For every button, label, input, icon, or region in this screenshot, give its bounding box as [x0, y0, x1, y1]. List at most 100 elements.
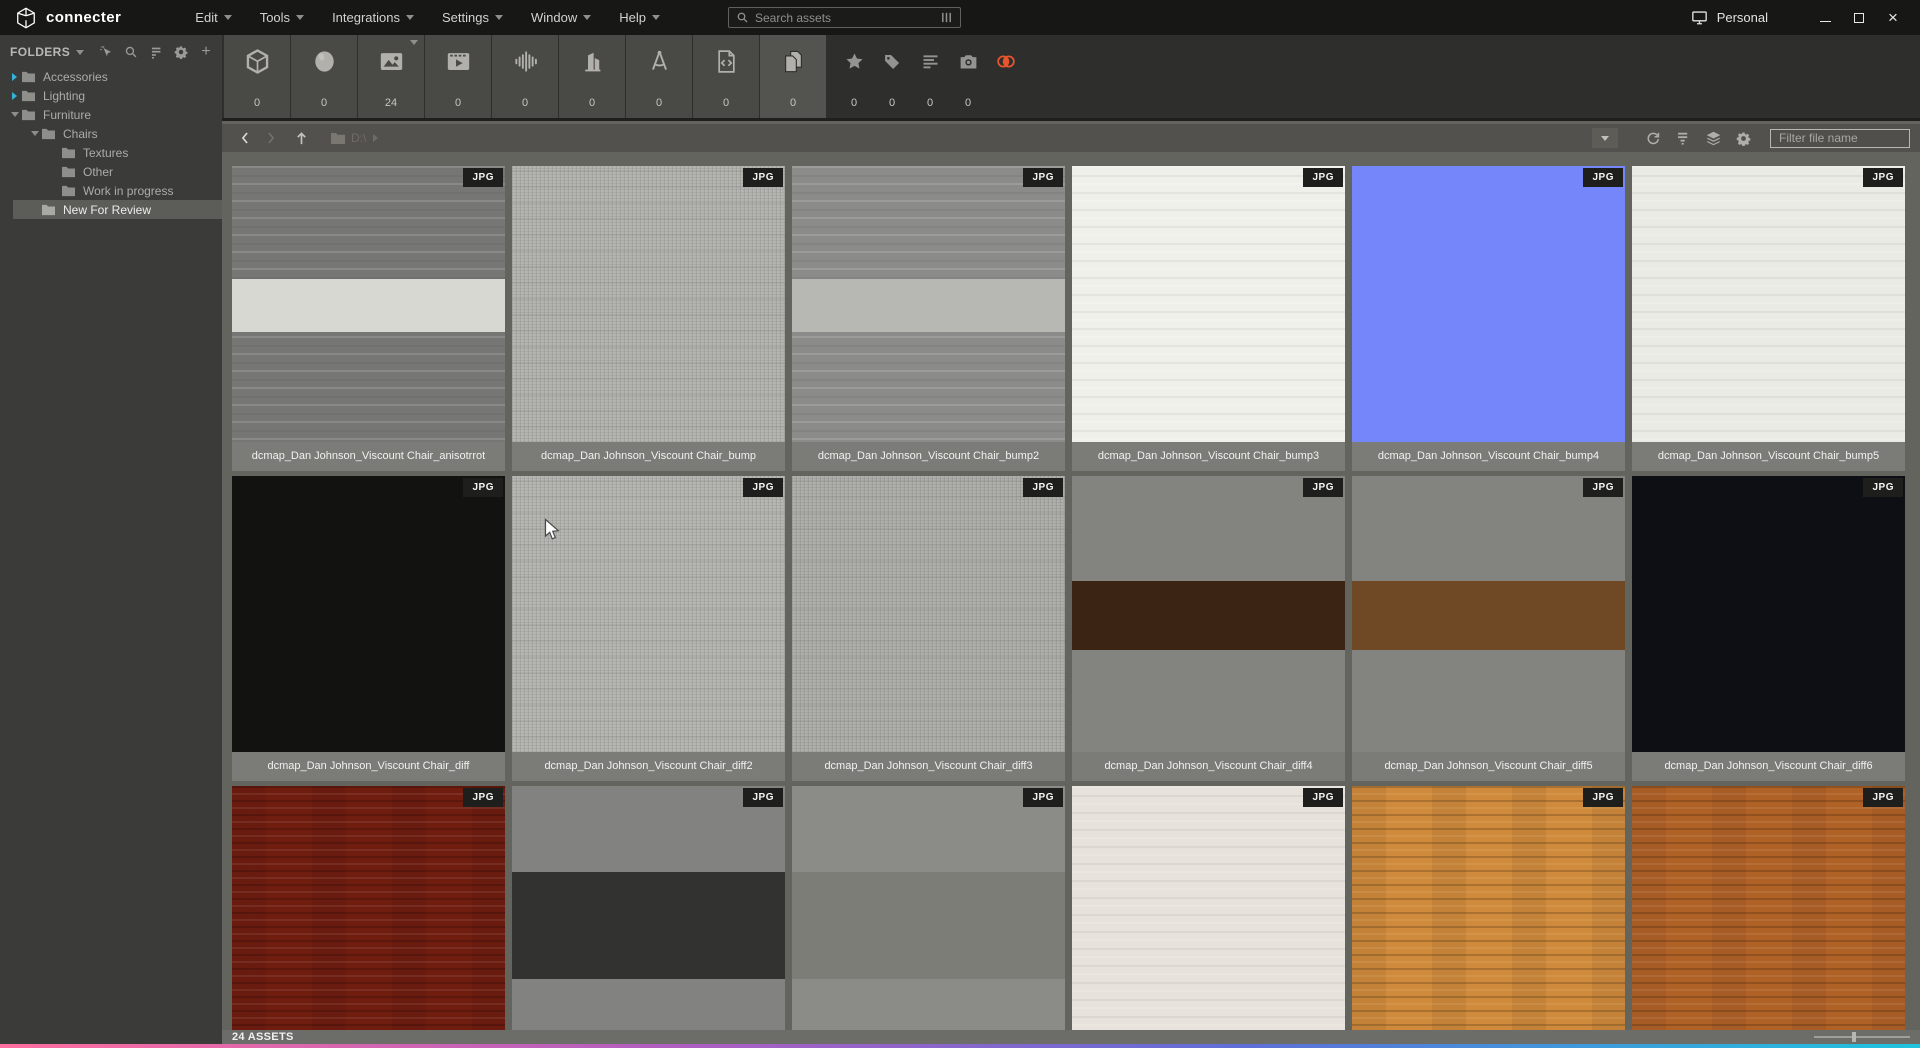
texture-band	[792, 279, 1065, 331]
filter-filename-input[interactable]	[1770, 129, 1910, 148]
asset-tile[interactable]: JPG	[1352, 786, 1625, 1030]
folder-tree: AccessoriesLightingFurnitureChairsTextur…	[0, 67, 222, 219]
folders-header[interactable]: FOLDERS	[10, 45, 84, 59]
status-bar: 24 ASSETS	[222, 1030, 1920, 1044]
asset-tile[interactable]: JPGdcmap_Dan Johnson_Viscount Chair_diff	[232, 476, 505, 781]
asset-thumbnail	[1632, 786, 1905, 1030]
pick-folder-icon[interactable]	[98, 44, 114, 60]
filter-tag[interactable]: 0	[873, 35, 911, 118]
menu-edit[interactable]: Edit	[183, 0, 243, 35]
asset-tile[interactable]: JPGdcmap_Dan Johnson_Viscount Chair_bump…	[1072, 166, 1345, 471]
asset-thumbnail	[1072, 476, 1345, 752]
folder-icon	[61, 184, 76, 197]
sidebar-item-furniture[interactable]: Furniture	[0, 105, 222, 124]
cube-icon	[244, 48, 271, 75]
menu-settings[interactable]: Settings	[430, 0, 515, 35]
filter-list[interactable]: 0	[911, 35, 949, 118]
workspace-switcher[interactable]: Personal	[1685, 10, 1774, 25]
asset-tile[interactable]: JPGdcmap_Dan Johnson_Viscount Chair_diff…	[792, 476, 1065, 781]
expand-arrow-icon[interactable]	[12, 92, 17, 100]
asset-tile[interactable]: JPGdcmap_Dan Johnson_Viscount Chair_diff…	[1072, 476, 1345, 781]
asset-thumbnail	[1072, 786, 1345, 1030]
asset-tile[interactable]: JPG	[1632, 786, 1905, 1030]
asset-tile[interactable]: JPGdcmap_Dan Johnson_Viscount Chair_bump	[512, 166, 785, 471]
asset-tile[interactable]: JPGdcmap_Dan Johnson_Viscount Chair_diff…	[1632, 476, 1905, 781]
sort-icon[interactable]	[1674, 129, 1692, 147]
expand-arrow-icon[interactable]	[12, 73, 17, 81]
refresh-icon[interactable]	[1644, 129, 1662, 147]
sort-folders-icon[interactable]	[148, 44, 164, 60]
asset-tile[interactable]: JPG	[512, 786, 785, 1030]
search-input[interactable]	[755, 11, 934, 25]
minimize-button[interactable]	[1810, 5, 1840, 31]
collapse-arrow-icon[interactable]	[11, 112, 19, 117]
menu-window[interactable]: Window	[519, 0, 603, 35]
filter-count: 0	[589, 97, 595, 109]
asset-tile[interactable]: JPGdcmap_Dan Johnson_Viscount Chair_bump…	[1632, 166, 1905, 471]
add-folder-icon[interactable]: +	[198, 44, 214, 60]
folder-icon	[330, 131, 346, 145]
slider-handle[interactable]	[1852, 1032, 1856, 1042]
file-type-badge: JPG	[1023, 788, 1063, 807]
filter-video[interactable]: 0	[425, 35, 491, 118]
image-icon	[378, 48, 405, 75]
search-folders-icon[interactable]	[123, 44, 139, 60]
filter-camera[interactable]: 0	[949, 35, 987, 118]
filter-compare[interactable]	[987, 35, 1025, 118]
asset-thumbnail	[512, 166, 785, 442]
filter-code-file[interactable]: 0	[693, 35, 759, 118]
filter-count: 0	[851, 97, 857, 109]
menu-help[interactable]: Help	[607, 0, 672, 35]
chevron-down-icon[interactable]	[410, 40, 418, 45]
filter-cube[interactable]: 0	[224, 35, 290, 118]
view-settings-gear-icon[interactable]	[1734, 129, 1752, 147]
filter-count: 0	[790, 97, 796, 109]
menu-integrations[interactable]: Integrations	[320, 0, 426, 35]
view-dropdown-button[interactable]	[1592, 128, 1618, 148]
asset-tile[interactable]: JPGdcmap_Dan Johnson_Viscount Chair_diff…	[512, 476, 785, 781]
asset-name: dcmap_Dan Johnson_Viscount Chair_diff6	[1632, 752, 1905, 781]
asset-tile[interactable]: JPG	[232, 786, 505, 1030]
asset-tile[interactable]: JPG	[792, 786, 1065, 1030]
sidebar-item-lighting[interactable]: Lighting	[0, 86, 222, 105]
file-type-badge: JPG	[1863, 168, 1903, 187]
sidebar-item-other[interactable]: Other	[0, 162, 222, 181]
brand-gradient-line	[0, 1044, 1920, 1048]
search-filters-icon[interactable]	[940, 11, 953, 24]
filter-sphere[interactable]: 0	[291, 35, 357, 118]
asset-tile[interactable]: JPGdcmap_Dan Johnson_Viscount Chair_diff…	[1352, 476, 1625, 781]
navigation-bar: D:\	[222, 124, 1920, 152]
sidebar-item-new-for-review[interactable]: New For Review	[13, 200, 222, 219]
menu-tools[interactable]: Tools	[248, 0, 316, 35]
up-button[interactable]	[290, 127, 312, 149]
asset-name: dcmap_Dan Johnson_Viscount Chair_bump3	[1072, 442, 1345, 471]
filter-image[interactable]: 24	[358, 35, 424, 118]
close-button[interactable]: ×	[1878, 5, 1908, 31]
maximize-button[interactable]	[1844, 5, 1874, 31]
folder-settings-gear-icon[interactable]	[173, 44, 189, 60]
forward-button[interactable]	[260, 127, 282, 149]
filter-audio[interactable]: 0	[492, 35, 558, 118]
sidebar-item-chairs[interactable]: Chairs	[0, 124, 222, 143]
asset-tile[interactable]: JPGdcmap_Dan Johnson_Viscount Chair_bump…	[792, 166, 1065, 471]
filter-compass[interactable]: 0	[626, 35, 692, 118]
sidebar-item-textures[interactable]: Textures	[0, 143, 222, 162]
asset-tile[interactable]: JPG	[1072, 786, 1345, 1030]
asset-tile[interactable]: JPGdcmap_Dan Johnson_Viscount Chair_bump…	[1352, 166, 1625, 471]
thumbnail-size-slider[interactable]	[1814, 1036, 1910, 1038]
folder-icon	[61, 165, 76, 178]
sidebar-item-accessories[interactable]: Accessories	[0, 67, 222, 86]
back-button[interactable]	[234, 127, 256, 149]
file-type-badge: JPG	[1303, 478, 1343, 497]
sidebar-item-work-in-progress[interactable]: Work in progress	[0, 181, 222, 200]
filter-documents[interactable]: 0	[760, 35, 826, 118]
breadcrumb[interactable]: D:\	[330, 131, 378, 145]
collapse-arrow-icon[interactable]	[31, 131, 39, 136]
filter-star[interactable]: 0	[835, 35, 873, 118]
layers-icon[interactable]	[1704, 129, 1722, 147]
filter-count: 0	[254, 97, 260, 109]
global-search[interactable]	[728, 7, 961, 28]
asset-tile[interactable]: JPGdcmap_Dan Johnson_Viscount Chair_anis…	[232, 166, 505, 471]
filter-building[interactable]: 0	[559, 35, 625, 118]
file-type-badge: JPG	[1863, 788, 1903, 807]
